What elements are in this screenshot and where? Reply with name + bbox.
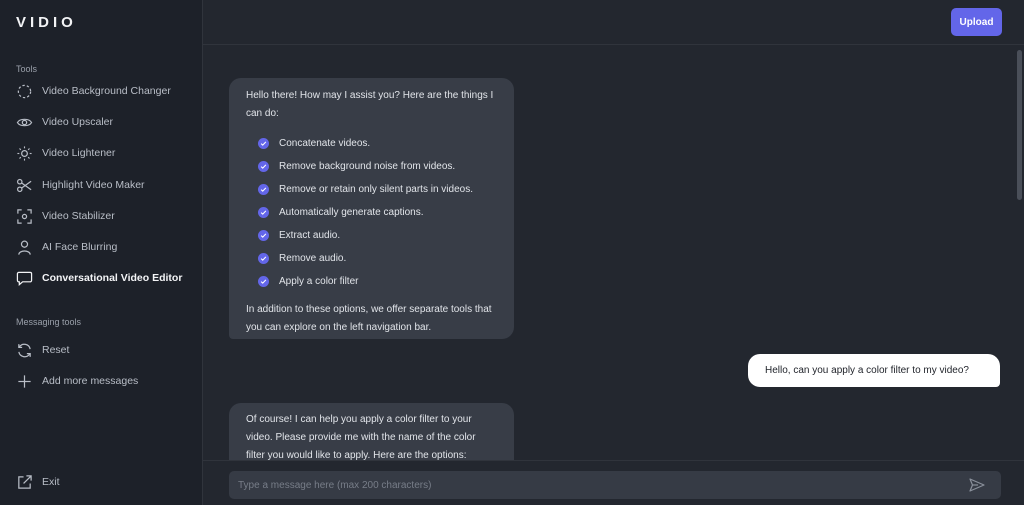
send-button[interactable] [968,477,986,493]
list-item-text: Apply a color filter [279,275,359,287]
sidebar-item-label: Conversational Video Editor [42,272,183,284]
sidebar: VIDIO Tools Video Background Changer Vid… [0,0,203,505]
check-circle-icon [258,207,269,218]
bot-message: Hello there! How may I assist you? Here … [229,78,514,339]
app-logo: VIDIO [16,14,77,31]
list-item-text: Remove audio. [279,252,347,264]
top-bar [203,0,1024,45]
plus-icon [16,373,33,390]
sidebar-item-video-stabilizer[interactable]: Video Stabilizer [16,206,196,226]
check-circle-icon [258,138,269,149]
capability-list: Concatenate videos. Remove background no… [258,132,497,293]
sidebar-item-label: Video Stabilizer [42,210,115,222]
check-circle-icon [258,276,269,287]
exit-label: Exit [42,476,60,488]
list-item-text: Remove or retain only silent parts in vi… [279,183,473,195]
send-icon [969,478,985,492]
reset-button[interactable]: Reset [16,340,196,360]
add-more-messages-label: Add more messages [42,375,139,387]
sidebar-item-label: Video Upscaler [42,116,114,128]
list-item-text: Extract audio. [279,229,341,241]
upload-button[interactable]: Upload [951,8,1002,36]
sidebar-item-highlight-video-maker[interactable]: Highlight Video Maker [16,175,196,195]
list-item: Remove or retain only silent parts in vi… [258,178,497,201]
list-item-text: Remove background noise from videos. [279,160,456,172]
external-link-icon [16,474,33,491]
sidebar-item-label: Video Background Changer [42,85,171,97]
list-item: Apply a color filter [258,270,497,293]
person-icon [16,239,33,256]
sidebar-item-label: Video Lightener [42,147,116,159]
list-item: Automatically generate captions. [258,201,497,224]
user-message: Hello, can you apply a color filter to m… [748,354,1000,387]
sidebar-item-label: Highlight Video Maker [42,179,145,191]
sidebar-item-conversational-video-editor[interactable]: Conversational Video Editor [16,268,196,288]
sidebar-item-video-lightener[interactable]: Video Lightener [16,143,196,163]
sidebar-item-video-upscaler[interactable]: Video Upscaler [16,112,196,132]
chat-scrollbar[interactable] [1017,50,1022,200]
focus-frame-icon [16,208,33,225]
sidebar-item-ai-face-blurring[interactable]: AI Face Blurring [16,237,196,257]
list-item: Remove background noise from videos. [258,155,497,178]
dashed-circle-icon [16,83,33,100]
list-item: Concatenate videos. [258,132,497,155]
sidebar-item-video-background-changer[interactable]: Video Background Changer [16,81,196,101]
list-item-text: Automatically generate captions. [279,206,424,218]
sun-icon [16,145,33,162]
eye-icon [16,114,33,131]
messaging-section-label: Messaging tools [16,317,82,327]
list-item: Extract audio. [258,224,497,247]
message-input[interactable] [229,471,1001,499]
tools-section-label: Tools [16,64,38,74]
exit-button[interactable]: Exit [16,472,196,492]
bot-message-intro: Hello there! How may I assist you? Here … [246,90,494,119]
scissors-icon [16,177,33,194]
list-item: Remove audio. [258,247,497,270]
check-circle-icon [258,184,269,195]
check-circle-icon [258,230,269,241]
user-message-text: Hello, can you apply a color filter to m… [765,365,969,376]
check-circle-icon [258,161,269,172]
refresh-icon [16,342,33,359]
add-more-messages-button[interactable]: Add more messages [16,371,196,391]
check-circle-icon [258,253,269,264]
sidebar-item-label: AI Face Blurring [42,241,118,253]
list-item-text: Concatenate videos. [279,137,371,149]
reset-label: Reset [42,344,70,356]
bot-message-outro: In addition to these options, we offer s… [246,304,492,333]
bot-message-text: Of course! I can help you apply a color … [246,414,476,461]
chat-bubble-icon [16,270,33,287]
